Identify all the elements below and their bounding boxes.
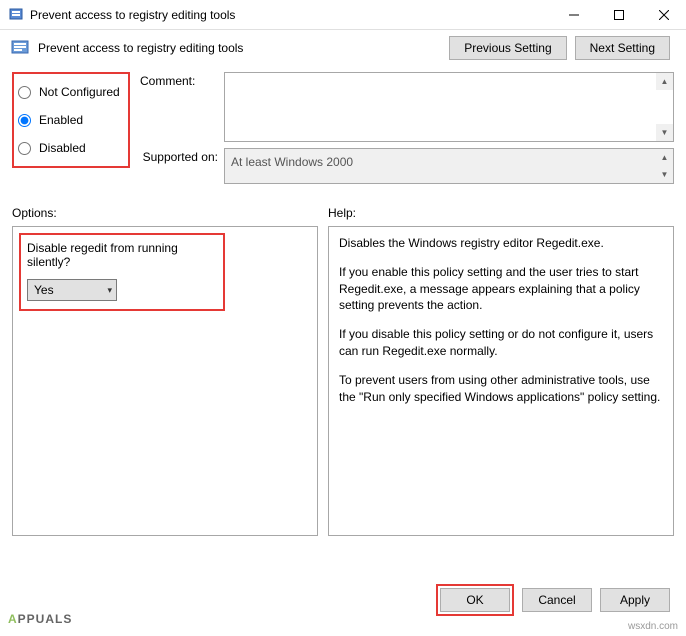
help-text-4: To prevent users from using other admini… (339, 372, 663, 406)
apply-button[interactable]: Apply (600, 588, 670, 612)
supported-label: Supported on: (140, 148, 224, 164)
minimize-button[interactable] (551, 0, 596, 30)
header-title: Prevent access to registry editing tools (38, 41, 449, 55)
comment-label: Comment: (140, 72, 224, 88)
watermark: APPUALS (8, 599, 72, 630)
help-text-3: If you disable this policy setting or do… (339, 326, 663, 360)
options-highlight: Disable regedit from running silently? Y… (19, 233, 225, 311)
next-setting-button[interactable]: Next Setting (575, 36, 670, 60)
silent-run-dropdown[interactable]: Yes ▾ (27, 279, 117, 301)
ok-button[interactable]: OK (440, 588, 510, 612)
radio-enabled-label: Enabled (39, 113, 83, 127)
radio-disabled-input[interactable] (18, 142, 31, 155)
watermark-text: PPUALS (18, 612, 73, 626)
help-text-1: Disables the Windows registry editor Reg… (339, 235, 663, 252)
maximize-button[interactable] (596, 0, 641, 30)
dropdown-value: Yes (34, 283, 54, 297)
state-radio-group: Not Configured Enabled Disabled (12, 72, 130, 168)
radio-not-configured[interactable]: Not Configured (18, 78, 128, 106)
options-panel: Disable regedit from running silently? Y… (12, 226, 318, 536)
scroll-down-icon[interactable]: ▼ (656, 166, 673, 183)
scroll-up-icon[interactable]: ▲ (656, 149, 673, 166)
previous-setting-button[interactable]: Previous Setting (449, 36, 566, 60)
header: Prevent access to registry editing tools… (0, 30, 686, 70)
supported-field: At least Windows 2000 (224, 148, 674, 184)
policy-large-icon (10, 38, 30, 58)
credit-text: wsxdn.com (628, 621, 678, 632)
radio-disabled[interactable]: Disabled (18, 134, 128, 162)
radio-enabled[interactable]: Enabled (18, 106, 128, 134)
scroll-up-icon[interactable]: ▲ (656, 73, 673, 90)
radio-disabled-label: Disabled (39, 141, 86, 155)
help-panel: Disables the Windows registry editor Reg… (328, 226, 674, 536)
radio-enabled-input[interactable] (18, 114, 31, 127)
option-question: Disable regedit from running silently? (27, 241, 217, 269)
close-button[interactable] (641, 0, 686, 30)
cancel-button[interactable]: Cancel (522, 588, 592, 612)
radio-not-configured-label: Not Configured (39, 85, 120, 99)
scroll-down-icon[interactable]: ▼ (656, 124, 673, 141)
ok-highlight: OK (436, 584, 514, 616)
comment-textarea[interactable] (224, 72, 674, 142)
help-label: Help: (328, 206, 674, 220)
footer: OK Cancel Apply (436, 584, 670, 616)
supported-scroll: ▲ ▼ (656, 149, 673, 183)
titlebar: Prevent access to registry editing tools (0, 0, 686, 30)
window-title: Prevent access to registry editing tools (30, 8, 551, 22)
watermark-letter: A (8, 612, 18, 626)
policy-icon (8, 7, 24, 23)
options-label: Options: (12, 206, 328, 220)
chevron-down-icon: ▾ (107, 285, 112, 296)
comment-scroll: ▲ ▼ (656, 73, 673, 141)
radio-not-configured-input[interactable] (18, 86, 31, 99)
help-text-2: If you enable this policy setting and th… (339, 264, 663, 314)
